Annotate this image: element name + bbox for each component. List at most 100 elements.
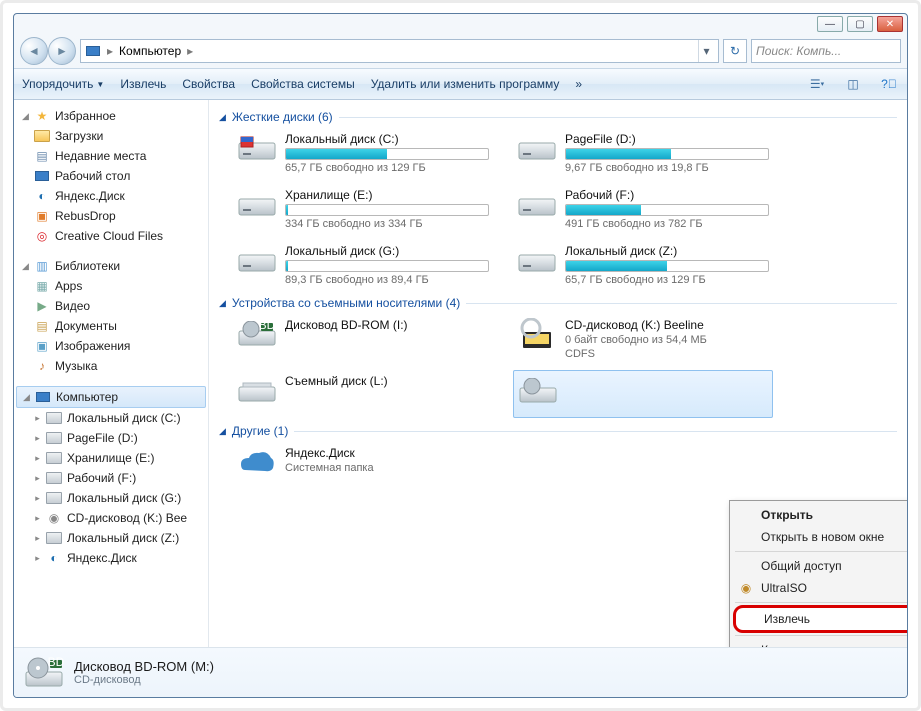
toolbar-more[interactable]: »	[575, 77, 582, 91]
sidebar-item-ccfiles[interactable]: ◎Creative Cloud Files	[14, 226, 208, 246]
drive-name: Рабочий (F:)	[565, 188, 769, 202]
details-pane: BD Дисковод BD-ROM (M:) CD-дисковод	[14, 647, 907, 697]
ctx-copy[interactable]: Копировать	[733, 639, 907, 647]
group-other[interactable]: ◢Другие (1)	[219, 418, 897, 442]
hdd-icon	[237, 132, 277, 166]
hdd-icon	[517, 188, 557, 222]
drive-freespace: 9,67 ГБ свободно из 19,8 ГБ	[565, 162, 769, 174]
sidebar-item-yadisk2[interactable]: ▸◐Яндекс.Диск	[14, 548, 208, 568]
ultraiso-icon: ◉	[737, 581, 755, 595]
drive-z[interactable]: Локальный диск (Z:)65,7 ГБ свободно из 1…	[513, 240, 773, 290]
maximize-button[interactable]: ▢	[847, 16, 873, 32]
ctx-open-new-window[interactable]: Открыть в новом окне	[733, 526, 907, 548]
sidebar-item-rebusdrop[interactable]: ▣RebusDrop	[14, 206, 208, 226]
explorer-window: — ▢ ✕ ◄ ► ▸ Компьютер ▸ ▾ ↻ Поиск: Компь…	[13, 13, 908, 698]
usage-bar	[285, 148, 489, 160]
eject-button[interactable]: Извлечь	[120, 77, 166, 91]
bdrom-icon	[518, 375, 558, 409]
drive-k[interactable]: CD-дисковод (K:) Beeline0 байт свободно …	[513, 314, 773, 364]
close-button[interactable]: ✕	[877, 16, 903, 32]
drive-freespace: 89,3 ГБ свободно из 89,4 ГБ	[285, 274, 489, 286]
sidebar-libraries[interactable]: ◢▥Библиотеки	[14, 256, 208, 276]
sidebar-item-apps[interactable]: ▦Apps	[14, 276, 208, 296]
drive-e[interactable]: Хранилище (E:)334 ГБ свободно из 334 ГБ	[233, 184, 493, 234]
desktop-icon	[34, 168, 50, 184]
sidebar-item-documents[interactable]: ▤Документы	[14, 316, 208, 336]
folder-icon	[34, 128, 50, 144]
drive-icon	[46, 450, 62, 466]
drive-name: Локальный диск (Z:)	[565, 244, 769, 258]
sidebar-computer[interactable]: ◢Компьютер	[16, 386, 206, 408]
drive-i[interactable]: BD Дисковод BD-ROM (I:)	[233, 314, 493, 364]
drive-f[interactable]: Рабочий (F:) 491 ГБ свободно из 782 ГБ	[513, 184, 773, 234]
sidebar-item-desktop[interactable]: Рабочий стол	[14, 166, 208, 186]
help-button[interactable]: ?⃝	[879, 74, 899, 94]
address-dropdown[interactable]: ▾	[698, 40, 714, 62]
sidebar-item-pictures[interactable]: ▣Изображения	[14, 336, 208, 356]
search-input[interactable]: Поиск: Компь...	[751, 39, 901, 63]
system-properties-button[interactable]: Свойства системы	[251, 77, 355, 91]
sidebar-item-recent[interactable]: ▤Недавние места	[14, 146, 208, 166]
video-icon: ▶	[34, 298, 50, 314]
drive-type: Системная папка	[285, 462, 489, 474]
drive-filesystem: CDFS	[565, 348, 769, 360]
sidebar-item-video[interactable]: ▶Видео	[14, 296, 208, 316]
group-removable[interactable]: ◢Устройства со съемными носителями (4)	[219, 290, 897, 314]
sidebar-item-drive-d[interactable]: ▸PageFile (D:)	[14, 428, 208, 448]
hdd-icon	[237, 188, 277, 222]
sidebar-item-drive-c[interactable]: ▸Локальный диск (C:)	[14, 408, 208, 428]
sidebar-favorites[interactable]: ◢★Избранное	[14, 106, 208, 126]
group-hdd[interactable]: ◢Жесткие диски (6)	[219, 104, 897, 128]
uninstall-button[interactable]: Удалить или изменить программу	[371, 77, 560, 91]
drive-icon	[46, 470, 62, 486]
hdd-icon	[517, 132, 557, 166]
sidebar-item-drive-k[interactable]: ▸◉CD-дисковод (K:) Bee	[14, 508, 208, 528]
sidebar-item-drive-f[interactable]: ▸Рабочий (F:)	[14, 468, 208, 488]
ctx-open[interactable]: Открыть	[733, 504, 907, 526]
yadisk-icon: ◐	[46, 550, 62, 566]
drive-freespace: 491 ГБ свободно из 782 ГБ	[565, 218, 769, 230]
breadcrumb-sep: ▸	[107, 44, 113, 58]
properties-button[interactable]: Свойства	[182, 77, 235, 91]
sidebar-item-drive-g[interactable]: ▸Локальный диск (G:)	[14, 488, 208, 508]
bdrom-large-icon: BD	[24, 653, 64, 693]
recent-icon: ▤	[34, 148, 50, 164]
main-content[interactable]: ◢Жесткие диски (6) Локальный диск (C:)65…	[209, 100, 907, 647]
breadcrumb-location[interactable]: Компьютер	[119, 44, 181, 58]
sidebar-item-music[interactable]: ♪Музыка	[14, 356, 208, 376]
drive-icon	[46, 410, 62, 426]
sidebar[interactable]: ◢★Избранное Загрузки ▤Недавние места Раб…	[14, 100, 209, 647]
drive-yadisk[interactable]: Яндекс.ДискСистемная папка	[233, 442, 493, 484]
apps-icon: ▦	[34, 278, 50, 294]
ctx-share[interactable]: Общий доступ▶	[733, 555, 907, 577]
address-bar[interactable]: ▸ Компьютер ▸ ▾	[80, 39, 719, 63]
refresh-button[interactable]: ↻	[723, 39, 747, 63]
hdd-icon	[517, 244, 557, 278]
usage-bar	[565, 260, 769, 272]
back-button[interactable]: ◄	[20, 37, 48, 65]
ctx-eject[interactable]: Извлечь	[733, 605, 907, 633]
preview-pane-button[interactable]: ◫	[843, 74, 863, 94]
drive-d[interactable]: PageFile (D:)9,67 ГБ свободно из 19,8 ГБ	[513, 128, 773, 178]
drive-c[interactable]: Локальный диск (C:)65,7 ГБ свободно из 1…	[233, 128, 493, 178]
drive-l[interactable]: Съемный диск (L:)	[233, 370, 493, 418]
sidebar-item-drive-z[interactable]: ▸Локальный диск (Z:)	[14, 528, 208, 548]
context-menu: Открыть Открыть в новом окне Общий досту…	[729, 500, 907, 647]
details-title: Дисковод BD-ROM (M:)	[74, 659, 214, 674]
titlebar: — ▢ ✕	[14, 14, 907, 34]
breadcrumb-sep2: ▸	[187, 44, 193, 58]
forward-button[interactable]: ►	[48, 37, 76, 65]
sidebar-item-yadisk[interactable]: ◐Яндекс.Диск	[14, 186, 208, 206]
ctx-ultraiso[interactable]: ◉UltraISO▶	[733, 577, 907, 599]
sidebar-item-drive-e[interactable]: ▸Хранилище (E:)	[14, 448, 208, 468]
drive-g[interactable]: Локальный диск (G:)89,3 ГБ свободно из 8…	[233, 240, 493, 290]
view-options-button[interactable]: ☰▾	[807, 74, 827, 94]
drive-icon	[46, 430, 62, 446]
usage-bar	[285, 260, 489, 272]
organize-menu[interactable]: Упорядочить ▼	[22, 77, 104, 91]
cdrom-icon	[517, 318, 557, 352]
sidebar-item-downloads[interactable]: Загрузки	[14, 126, 208, 146]
drive-m-selected[interactable]	[513, 370, 773, 418]
minimize-button[interactable]: —	[817, 16, 843, 32]
rebus-icon: ▣	[34, 208, 50, 224]
